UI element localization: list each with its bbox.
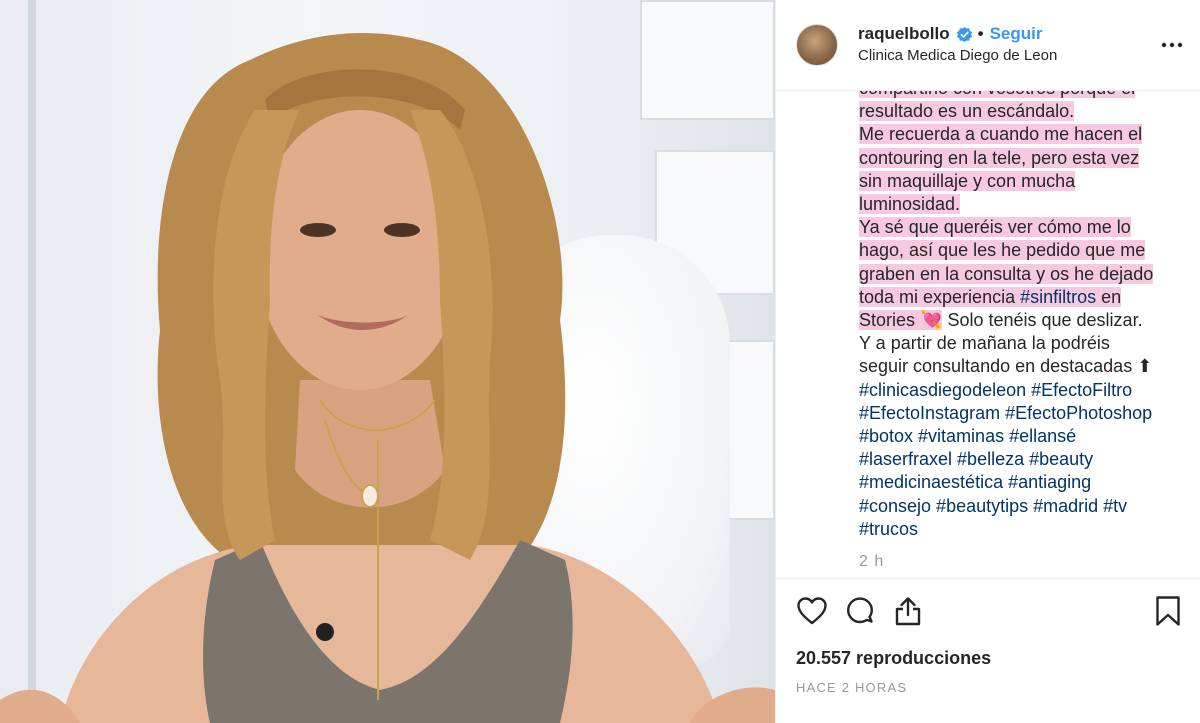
- hashtag-link[interactable]: #trucos: [859, 519, 918, 539]
- caption-line: Ya sé que queréis ver cómo me lo: [859, 216, 1179, 239]
- avatar[interactable]: [796, 24, 838, 66]
- action-bar: [776, 578, 1200, 642]
- caption-line: hago, así que les he pedido que me: [859, 239, 1179, 262]
- verified-badge-icon: [956, 26, 972, 42]
- instagram-post: raquelbollo • Seguir Clinica Medica Dieg…: [0, 0, 1200, 723]
- caption-text: Me recuerda a cuando me hacen el: [859, 124, 1143, 145]
- caption-line: Stories 💘 Solo tenéis que deslizar.: [859, 309, 1179, 332]
- caption-line: seguir consultando en destacadas ⬆: [859, 355, 1179, 378]
- caption-text: resultado es un escándalo.: [859, 101, 1075, 122]
- caption-text: luminosidad.: [859, 194, 961, 215]
- caption-text: seguir consultando en destacadas ⬆: [859, 356, 1153, 377]
- username-link[interactable]: raquelbollo: [858, 23, 950, 45]
- caption-text: hago, así que les he pedido que me: [859, 240, 1146, 261]
- post-side-panel: raquelbollo • Seguir Clinica Medica Dieg…: [775, 0, 1200, 723]
- caption-text: en: [1096, 286, 1122, 307]
- view-count[interactable]: 20.557 reproducciones: [776, 642, 1200, 674]
- post-timestamp: HACE 2 HORAS: [796, 680, 908, 695]
- caption-text: toda mi experiencia: [859, 286, 1021, 307]
- caption-line: luminosidad.: [859, 193, 1179, 216]
- caption-text: Stories 💘: [859, 310, 943, 331]
- caption-line: resultado es un escándalo.: [859, 100, 1179, 123]
- comment-icon: [847, 596, 873, 623]
- caption-line: #laserfraxel #belleza #beauty: [859, 448, 1179, 471]
- hashtag-link[interactable]: #consejo #beautytips #madrid #tv: [859, 496, 1127, 516]
- caption-line: #medicinaestética #antiaging: [859, 471, 1179, 494]
- caption-scroll-area[interactable]: compartirlo con vosotros porque el result…: [776, 91, 1200, 578]
- separator-dot: •: [977, 24, 984, 43]
- caption-line: #clinicasdiegodeleon #EfectoFiltro: [859, 379, 1179, 402]
- hashtag-link[interactable]: #clinicasdiegodeleon #EfectoFiltro: [859, 380, 1132, 400]
- hashtag-link[interactable]: #medicinaestética #antiaging: [859, 472, 1091, 492]
- more-options-icon: [1161, 42, 1183, 48]
- like-button[interactable]: [796, 595, 828, 627]
- caption-time-ago: 2 h: [859, 553, 885, 571]
- caption-line: Y a partir de mañana la podréis: [859, 332, 1179, 355]
- woman-illustration: [0, 32, 775, 723]
- caption-line: graben en la consulta y os he dejado: [859, 263, 1179, 286]
- hashtag-link[interactable]: #laserfraxel #belleza #beauty: [859, 449, 1093, 469]
- heart-icon: [797, 596, 827, 624]
- hashtag-link[interactable]: #EfectoInstagram #EfectoPhotoshop: [859, 403, 1152, 423]
- caption-line: #trucos: [859, 518, 1179, 541]
- location-link[interactable]: Clinica Medica Diego de Leon: [858, 45, 1160, 67]
- share-button[interactable]: [892, 595, 924, 627]
- bookmark-icon: [1156, 595, 1180, 626]
- share-icon: [895, 596, 921, 625]
- caption-text: Ya sé que queréis ver cómo me lo: [859, 217, 1131, 238]
- caption-line: #botox #vitaminas #ellansé: [859, 425, 1179, 448]
- caption-line: Me recuerda a cuando me hacen el: [859, 123, 1179, 146]
- caption-line: toda mi experiencia #sinfiltros en: [859, 286, 1179, 309]
- caption-line: compartirlo con vosotros porque el: [859, 91, 1179, 100]
- caption-text: Solo tenéis que deslizar.: [942, 310, 1143, 331]
- caption-text: compartirlo con vosotros porque el: [859, 91, 1136, 98]
- post-header: raquelbollo • Seguir Clinica Medica Dieg…: [776, 0, 1200, 91]
- caption-text: graben en la consulta y os he dejado: [859, 263, 1154, 284]
- caption-line: #consejo #beautytips #madrid #tv: [859, 495, 1179, 518]
- comment-button[interactable]: [844, 595, 876, 627]
- header-text: raquelbollo • Seguir Clinica Medica Dieg…: [858, 23, 1160, 67]
- hashtag-link[interactable]: #sinfiltros: [1020, 286, 1097, 307]
- save-button[interactable]: [1152, 595, 1184, 627]
- caption-line: contouring en la tele, pero esta vez: [859, 147, 1179, 170]
- caption: compartirlo con vosotros porque el result…: [859, 91, 1179, 571]
- caption-line: sin maquillaje y con mucha: [859, 170, 1179, 193]
- hashtag-link[interactable]: #botox #vitaminas #ellansé: [859, 426, 1076, 446]
- caption-line: #EfectoInstagram #EfectoPhotoshop: [859, 402, 1179, 425]
- caption-text: contouring en la tele, pero esta vez: [859, 147, 1140, 168]
- more-options-button[interactable]: [1160, 33, 1184, 57]
- user-row: raquelbollo • Seguir: [858, 23, 1160, 45]
- post-video[interactable]: [0, 0, 775, 723]
- follow-button[interactable]: Seguir: [990, 23, 1043, 45]
- caption-text: Y a partir de mañana la podréis: [859, 333, 1110, 354]
- caption-text: sin maquillaje y con mucha: [859, 170, 1076, 191]
